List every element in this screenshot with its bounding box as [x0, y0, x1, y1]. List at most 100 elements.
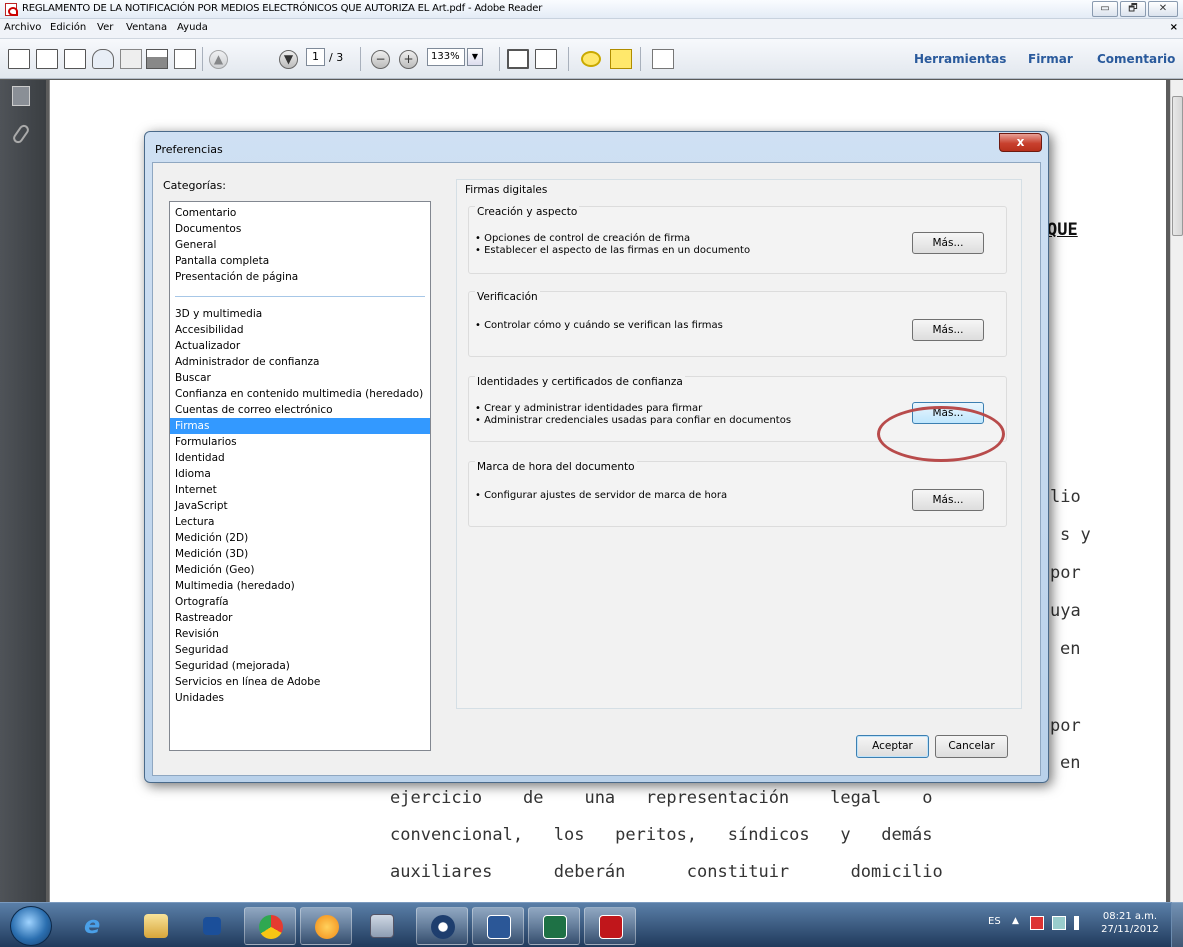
fit-width-icon[interactable] [535, 49, 557, 69]
category-item[interactable]: Identidad [170, 450, 430, 466]
close-window-button[interactable]: ✕ [1148, 1, 1178, 17]
excel-icon[interactable] [528, 907, 580, 945]
category-item-firmas[interactable]: Firmas [170, 418, 430, 434]
pages-icon[interactable] [12, 86, 30, 106]
file-explorer-icon[interactable] [130, 907, 182, 945]
category-item[interactable]: 3D y multimedia [170, 306, 430, 322]
start-button[interactable] [10, 906, 52, 946]
category-item[interactable]: Multimedia (heredado) [170, 578, 430, 594]
category-item[interactable]: Lectura [170, 514, 430, 530]
page-total: / 3 [329, 51, 344, 64]
print-icon[interactable] [146, 49, 168, 69]
previous-page-icon[interactable]: ▲ [209, 50, 228, 69]
maximize-button[interactable]: 🗗 [1120, 1, 1146, 17]
creation-more-button[interactable]: Más... [912, 232, 984, 254]
group-line: • Administrar credenciales usadas para c… [475, 415, 792, 426]
accept-button[interactable]: Aceptar [856, 735, 929, 758]
scrollbar-thumb[interactable] [1172, 96, 1183, 236]
expand-icon[interactable] [652, 49, 674, 69]
upload-cloud-icon[interactable] [92, 49, 114, 69]
volume-icon[interactable] [1074, 916, 1086, 930]
category-item[interactable]: Ortografía [170, 594, 430, 610]
media-player-icon[interactable] [186, 907, 238, 945]
save-icon[interactable] [120, 49, 142, 69]
categories-list[interactable]: Comentario Documentos General Pantalla c… [169, 201, 431, 751]
zoom-dropdown-icon[interactable]: ▼ [467, 48, 483, 66]
chrome-icon[interactable] [244, 907, 296, 945]
menu-ver[interactable]: Ver [97, 22, 113, 33]
category-item[interactable]: Accesibilidad [170, 322, 430, 338]
category-item[interactable]: JavaScript [170, 498, 430, 514]
group-creation: Creación y aspecto • Opciones de control… [468, 206, 1007, 274]
category-item[interactable]: Medición (Geo) [170, 562, 430, 578]
messenger-icon[interactable] [300, 907, 352, 945]
category-item[interactable]: Revisión [170, 626, 430, 642]
category-item[interactable]: General [170, 237, 430, 253]
doc-text: uya [1050, 601, 1081, 621]
category-item[interactable]: Medición (2D) [170, 530, 430, 546]
category-item[interactable]: Idioma [170, 466, 430, 482]
category-item[interactable]: Internet [170, 482, 430, 498]
email-icon[interactable] [174, 49, 196, 69]
minimize-button[interactable]: ▭ [1092, 1, 1118, 17]
highlight-icon[interactable] [610, 49, 632, 69]
edit-document-icon[interactable] [64, 49, 86, 69]
category-item[interactable]: Buscar [170, 370, 430, 386]
menu-edicion[interactable]: Edición [50, 22, 86, 33]
zoom-input[interactable]: 133% [427, 48, 465, 66]
zoom-out-icon[interactable]: − [371, 50, 390, 69]
category-item[interactable]: Comentario [170, 205, 430, 221]
language-indicator[interactable]: ES [988, 916, 1001, 927]
cancel-button[interactable]: Cancelar [935, 735, 1008, 758]
create-pdf-icon[interactable] [8, 49, 30, 69]
doc-text: convencional, los peritos, síndicos y de… [390, 825, 933, 845]
sign-button[interactable]: Firmar [1028, 52, 1073, 66]
comment-note-icon[interactable] [581, 51, 601, 67]
category-item[interactable]: Actualizador [170, 338, 430, 354]
comment-button[interactable]: Comentario [1097, 52, 1175, 66]
action-center-icon[interactable] [1030, 916, 1044, 930]
dialog-close-button[interactable]: x [999, 133, 1042, 152]
category-item[interactable]: Pantalla completa [170, 253, 430, 269]
menu-ventana[interactable]: Ventana [126, 22, 167, 33]
menu-archivo[interactable]: Archivo [4, 22, 41, 33]
word-icon[interactable] [472, 907, 524, 945]
highlight-ring [877, 406, 1005, 462]
internet-explorer-icon[interactable]: e [70, 907, 122, 945]
adobe-reader-icon[interactable] [584, 907, 636, 945]
category-item[interactable]: Unidades [170, 690, 430, 706]
category-item[interactable]: Servicios en línea de Adobe [170, 674, 430, 690]
tools-button[interactable]: Herramientas [914, 52, 1006, 66]
category-item[interactable]: Cuentas de correo electrónico [170, 402, 430, 418]
category-item[interactable]: Documentos [170, 221, 430, 237]
show-desktop-button[interactable] [1171, 902, 1183, 947]
category-item[interactable]: Presentación de página [170, 269, 430, 285]
calculator-icon[interactable] [356, 907, 408, 945]
category-item[interactable]: Medición (3D) [170, 546, 430, 562]
page-number-input[interactable]: 1 [306, 48, 325, 66]
zoom-in-icon[interactable]: + [399, 50, 418, 69]
category-item[interactable]: Rastreador [170, 610, 430, 626]
clock[interactable]: 08:21 a.m. 27/11/2012 [1100, 910, 1160, 936]
close-document-icon[interactable]: × [1170, 22, 1178, 33]
attachment-icon[interactable] [11, 122, 31, 146]
tray-expand-icon[interactable]: ▲ [1012, 916, 1019, 926]
vertical-scrollbar[interactable] [1170, 80, 1183, 902]
category-item[interactable]: Administrador de confianza [170, 354, 430, 370]
network-icon[interactable] [1052, 916, 1066, 930]
fit-page-icon[interactable] [507, 49, 529, 69]
category-item[interactable]: Formularios [170, 434, 430, 450]
doc-text: auxiliares deberán constituir domicilio [390, 862, 943, 882]
group-timestamp: Marca de hora del documento • Configurar… [468, 461, 1007, 527]
doc-text: lio [1050, 487, 1081, 507]
menu-ayuda[interactable]: Ayuda [177, 22, 208, 33]
timestamp-more-button[interactable]: Más... [912, 489, 984, 511]
category-item[interactable]: Seguridad (mejorada) [170, 658, 430, 674]
category-item[interactable]: Confianza en contenido multimedia (hered… [170, 386, 430, 402]
next-page-icon[interactable]: ▼ [279, 50, 298, 69]
category-item[interactable]: Seguridad [170, 642, 430, 658]
verification-more-button[interactable]: Más... [912, 319, 984, 341]
combine-files-icon[interactable] [36, 49, 58, 69]
media-icon[interactable] [416, 907, 468, 945]
group-line: • Configurar ajustes de servidor de marc… [475, 490, 728, 501]
